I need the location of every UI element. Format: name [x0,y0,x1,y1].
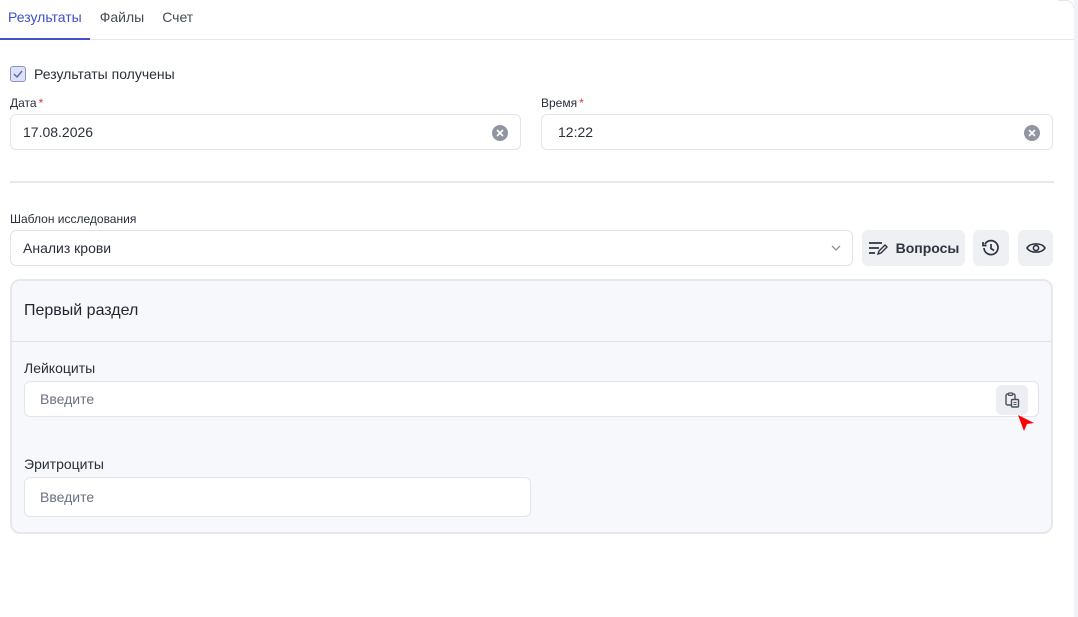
questions-button[interactable]: Вопросы [862,230,965,266]
tab-bar: Результаты Файлы Счет [0,0,1074,40]
results-received-label: Результаты получены [34,66,175,82]
questions-label: Вопросы [895,240,960,256]
mouse-cursor-icon [1018,415,1034,431]
page: Результаты Файлы Счет Результаты получен… [0,0,1078,617]
chevron-down-icon [831,245,841,251]
history-button[interactable] [973,230,1009,266]
erythrocytes-label: Эритроциты [24,456,104,472]
section-title: Первый раздел [12,281,1051,342]
required-mark: * [38,96,44,110]
required-mark: * [579,96,584,110]
date-value: 17.08.2026 [23,124,94,140]
template-select[interactable]: Анализ крови [10,230,853,266]
history-icon [982,239,999,256]
clear-date-icon[interactable] [492,125,508,141]
section-panel: Первый раздел Лейкоциты Введите Эритроци… [10,279,1053,534]
leukocytes-label: Лейкоциты [24,360,96,376]
results-received-checkbox[interactable] [10,66,26,82]
time-field[interactable]: 12:22 [541,114,1053,150]
leukocytes-input[interactable]: Введите [24,381,1039,417]
date-label: Дата * [10,96,43,110]
edit-list-icon [868,242,888,256]
time-label: Время * [541,96,584,110]
time-value: 12:22 [558,124,594,140]
checkmark-icon [13,70,23,78]
date-label-text: Дата [10,96,37,110]
erythrocytes-input[interactable]: Введите [24,477,531,517]
leukocytes-placeholder: Введите [40,391,95,407]
preview-button[interactable] [1018,230,1053,266]
scrollbar-track[interactable] [1074,0,1078,617]
tab-invoice[interactable]: Счет [154,0,201,39]
eye-icon [1025,243,1046,253]
tab-files[interactable]: Файлы [92,0,152,39]
results-received-row[interactable]: Результаты получены [10,66,175,82]
time-label-text: Время [541,96,578,110]
clear-time-icon[interactable] [1024,125,1040,141]
divider [10,181,1054,183]
template-value: Анализ крови [23,240,112,256]
tab-results[interactable]: Результаты [0,0,90,40]
copy-button[interactable] [996,385,1028,415]
clipboard-icon [1005,392,1020,408]
date-field[interactable]: 17.08.2026 [10,114,521,150]
template-label: Шаблон исследования [10,212,137,226]
erythrocytes-placeholder: Введите [40,489,95,505]
